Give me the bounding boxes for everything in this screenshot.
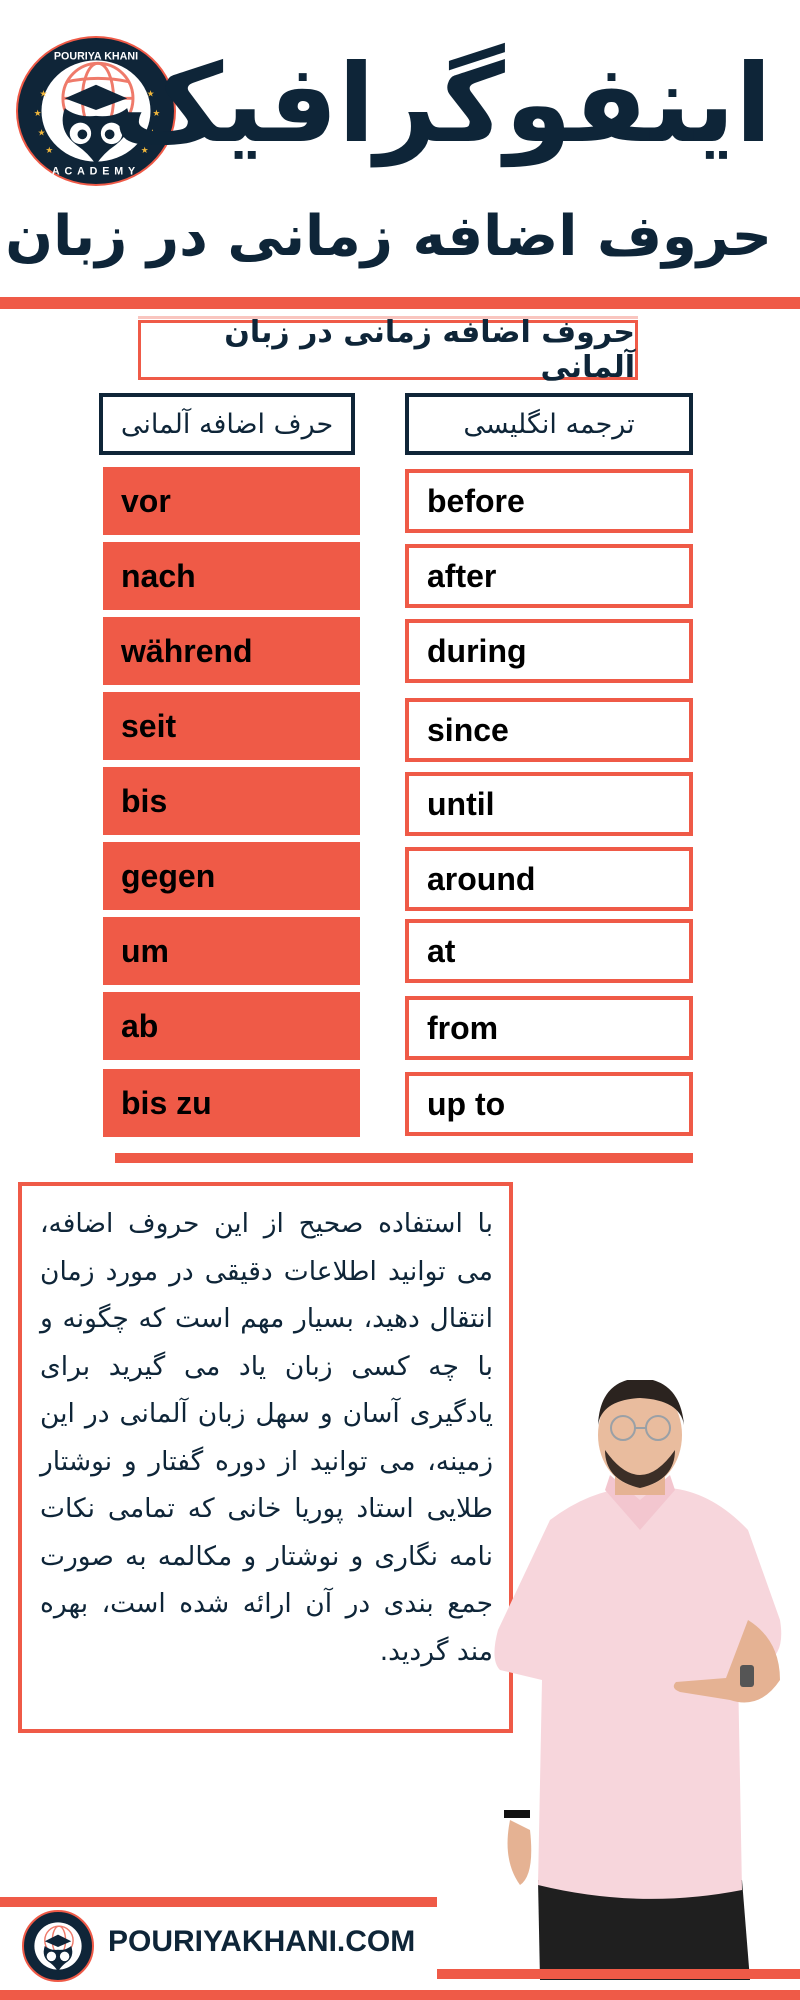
- german-word: bis: [103, 767, 360, 835]
- table-heading: حروف اضافه زمانی در زبان آلمانی: [138, 315, 638, 385]
- english-translation: around: [405, 847, 693, 911]
- german-word: während: [103, 617, 360, 685]
- german-word: vor: [103, 467, 360, 535]
- page-title: اینفوگرافیک: [112, 42, 774, 167]
- german-word: ab: [103, 992, 360, 1060]
- divider-bar-top: [0, 297, 800, 309]
- divider-bar-table-bottom: [115, 1153, 693, 1163]
- svg-text:★: ★: [40, 89, 48, 99]
- english-translation: until: [405, 772, 693, 836]
- german-word: um: [103, 917, 360, 985]
- svg-text:★: ★: [38, 128, 46, 138]
- german-word: gegen: [103, 842, 360, 910]
- english-translation: before: [405, 469, 693, 533]
- english-translation: at: [405, 919, 693, 983]
- website-url[interactable]: POURIYAKHANI.COM: [108, 1925, 415, 1959]
- svg-text:★: ★: [34, 109, 42, 119]
- footer-logo: [22, 1910, 94, 1982]
- english-translation: after: [405, 544, 693, 608]
- german-word: nach: [103, 542, 360, 610]
- column-header-english: ترجمه انگلیسی: [405, 393, 693, 455]
- english-translation: from: [405, 996, 693, 1060]
- instructor-photo: [494, 1380, 782, 1980]
- english-translation: during: [405, 619, 693, 683]
- column-header-german: حرف اضافه آلمانی: [99, 393, 355, 455]
- footer-bar-left: [0, 1897, 437, 1907]
- footer-bar-bottom: [0, 1990, 800, 2000]
- german-word: bis zu: [103, 1069, 360, 1137]
- svg-text:★: ★: [45, 146, 53, 156]
- german-word: seit: [103, 692, 360, 760]
- owl-globe-emblem-small-icon: [34, 1922, 82, 1972]
- footer-bar-right: [437, 1969, 800, 1979]
- english-translation: up to: [405, 1072, 693, 1136]
- english-translation: since: [405, 698, 693, 762]
- description-paragraph: با استفاده صحیح از این حروف اضافه، می تو…: [18, 1182, 513, 1733]
- page-subtitle: حروف اضافه زمانی در زبان آلمانی: [0, 204, 772, 269]
